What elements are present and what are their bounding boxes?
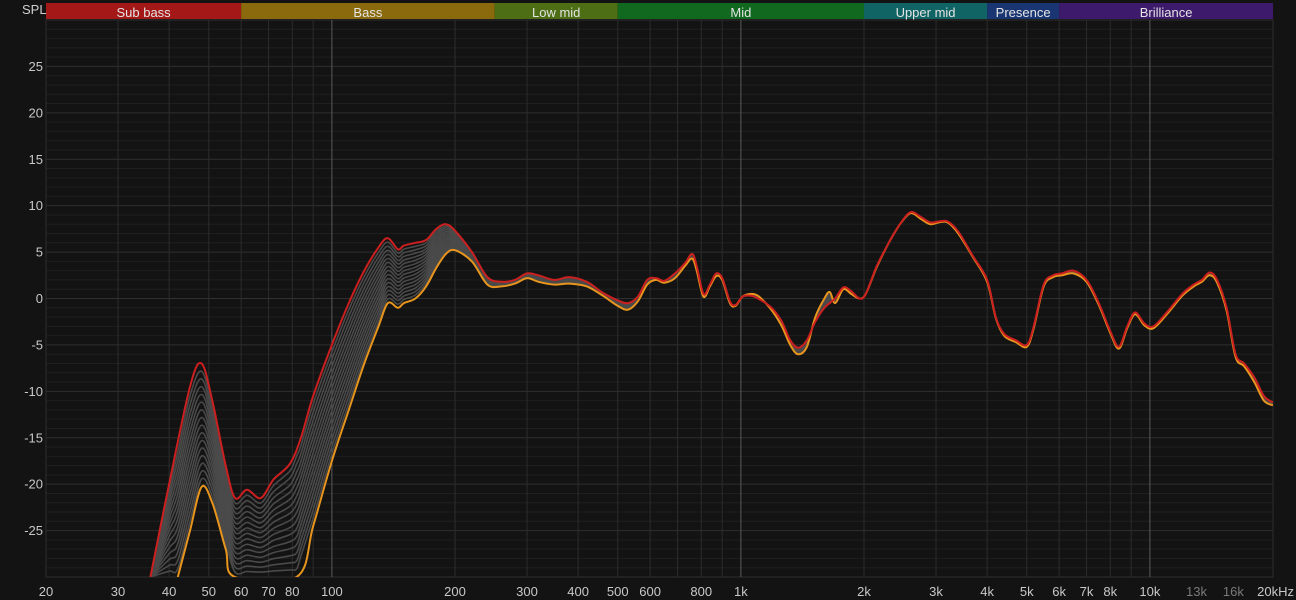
y-tick-label: -5 (31, 337, 43, 352)
x-tick-label: 6k (1052, 584, 1066, 599)
x-tick-label: 100 (321, 584, 343, 599)
band-label: Mid (730, 5, 751, 20)
y-axis-label: SPL (22, 2, 47, 17)
y-tick-label: -15 (24, 430, 43, 445)
band-label: Sub bass (116, 5, 171, 20)
x-tick-label: 80 (285, 584, 299, 599)
y-tick-label: 0 (36, 291, 43, 306)
x-tick-label: 10k (1139, 584, 1160, 599)
x-tick-label: 4k (980, 584, 994, 599)
x-tick-label: 70 (261, 584, 275, 599)
x-tick-label: 3k (929, 584, 943, 599)
x-tick-label: 800 (690, 584, 712, 599)
x-tick-label: 400 (567, 584, 589, 599)
frequency-band-bar: Sub bass Bass Low mid Mid Upper mid Presence B… (46, 3, 1273, 20)
y-tick-label: 15 (29, 152, 43, 167)
y-tick-label: 20 (29, 105, 43, 120)
x-tick-label: 60 (234, 584, 248, 599)
x-tick-label: 13k (1186, 584, 1207, 599)
x-tick-label: 16k (1223, 584, 1244, 599)
x-tick-label: 5k (1020, 584, 1034, 599)
x-tick-label: 8k (1103, 584, 1117, 599)
y-tick-label: 10 (29, 198, 43, 213)
x-tick-label: 50 (202, 584, 216, 599)
y-tick-label: 25 (29, 59, 43, 74)
x-tick-label: 20kHz (1257, 584, 1294, 599)
x-tick-label: 200 (444, 584, 466, 599)
y-tick-label: -20 (24, 477, 43, 492)
y-tick-label: -10 (24, 384, 43, 399)
x-tick-label: 1k (734, 584, 748, 599)
x-tick-label: 7k (1080, 584, 1094, 599)
x-tick-label: 20 (39, 584, 53, 599)
band-label: Bass (353, 5, 382, 20)
x-tick-label: 40 (162, 584, 176, 599)
band-label: Presence (996, 5, 1051, 20)
x-tick-label: 30 (111, 584, 125, 599)
x-tick-label: 500 (607, 584, 629, 599)
y-tick-label: 5 (36, 245, 43, 260)
x-tick-label: 2k (857, 584, 871, 599)
band-label: Upper mid (896, 5, 956, 20)
y-tick-label: -25 (24, 523, 43, 538)
band-label: Brilliance (1140, 5, 1193, 20)
band-label: Low mid (532, 5, 580, 20)
x-tick-label: 600 (639, 584, 661, 599)
x-tick-label: 300 (516, 584, 538, 599)
frequency-response-chart: Sub bass Bass Low mid Mid Upper mid Presence B… (0, 0, 1296, 600)
